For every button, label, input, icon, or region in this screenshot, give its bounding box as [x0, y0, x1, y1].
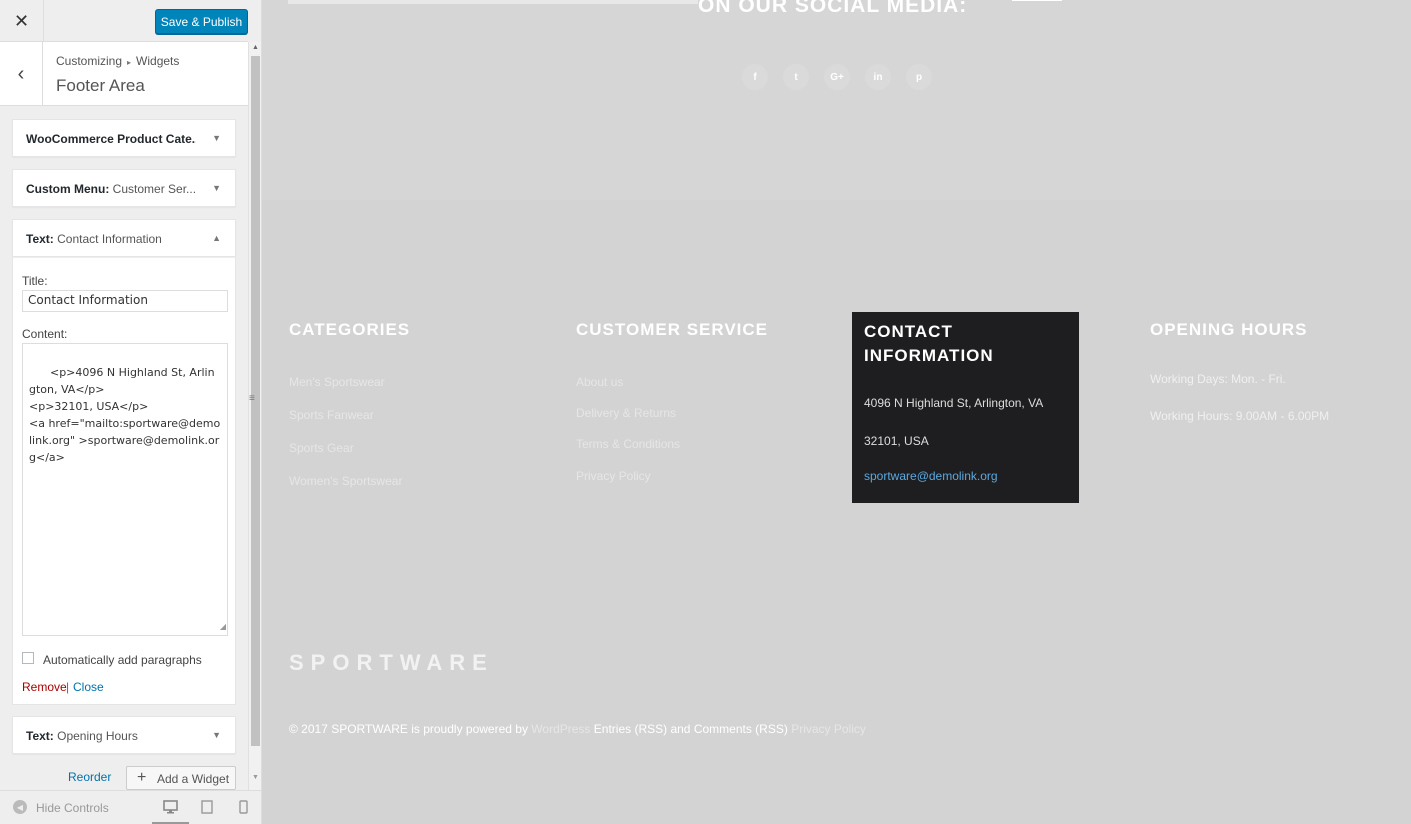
- add-widget-label: Add a Widget: [157, 772, 230, 786]
- hide-controls-icon[interactable]: ◀: [13, 800, 27, 814]
- opening-hours-line: Working Days: Mon. - Fri.: [1150, 372, 1286, 386]
- close-icon: ✕: [13, 10, 30, 31]
- google-plus-icon[interactable]: G+: [824, 64, 850, 90]
- footer-link[interactable]: Women's Sportswear: [289, 474, 402, 488]
- pinterest-icon[interactable]: p: [906, 64, 932, 90]
- contact-email-link[interactable]: sportware@demolink.org: [864, 469, 998, 483]
- contact-zip: 32101, USA: [864, 434, 929, 448]
- widget-title: Custom Menu: Customer Ser...: [26, 182, 196, 196]
- scroll-down-icon[interactable]: ▼: [252, 774, 259, 781]
- footer-link[interactable]: Terms & Conditions: [576, 437, 680, 451]
- caret-down-icon[interactable]: ▼: [212, 133, 221, 143]
- close-customizer-button[interactable]: ✕: [0, 0, 44, 42]
- breadcrumb: Customizing ▸ Widgets: [56, 54, 179, 68]
- social-heading: ON OUR SOCIAL MEDIA:: [698, 0, 968, 17]
- footer-link[interactable]: Sports Fanwear: [289, 408, 374, 422]
- customizer-sidebar: ✕ Save & Publish ‹ Customizing ▸ Widgets F…: [0, 0, 262, 824]
- content-textarea[interactable]: <p>4096 N Highland St, Arlington, VA</p>…: [22, 343, 228, 636]
- customizer-footer: ◀ Hide Controls: [0, 790, 261, 824]
- caret-up-icon[interactable]: ▲: [212, 233, 221, 243]
- chevron-left-icon: ‹: [17, 62, 25, 85]
- divider: [1012, 0, 1062, 1]
- categories-heading: CATEGORIES: [289, 320, 411, 339]
- customer-service-heading: CUSTOMER SERVICE: [576, 320, 769, 339]
- back-button[interactable]: ‹: [0, 42, 43, 106]
- caret-down-icon[interactable]: ▼: [212, 730, 221, 740]
- plus-icon: +: [137, 769, 147, 786]
- section-title: Footer Area: [56, 76, 145, 95]
- twitter-icon[interactable]: t: [783, 64, 809, 90]
- widget-woocommerce-categories[interactable]: WooCommerce Product Cate... ▼: [12, 119, 236, 157]
- desktop-icon[interactable]: [161, 798, 179, 816]
- widget-form: Title: Contact Information Content: <p>4…: [12, 257, 236, 705]
- breadcrumb-separator-icon: ▸: [127, 58, 132, 67]
- close-link[interactable]: Close: [73, 680, 104, 694]
- resize-handle-icon[interactable]: ≡: [249, 393, 255, 404]
- site-preview: ON OUR SOCIAL MEDIA: f t G+ in p CATEGOR…: [262, 0, 1411, 824]
- reorder-link[interactable]: Reorder: [68, 770, 111, 784]
- auto-paragraphs-label: Automatically add paragraphs: [43, 653, 202, 667]
- scroll-up-icon[interactable]: ▲: [252, 44, 259, 51]
- contact-heading: CONTACT INFORMATION: [864, 322, 994, 365]
- content-text: <p>4096 N Highland St, Arlington, VA</p>…: [29, 366, 221, 464]
- footer-link[interactable]: Privacy Policy: [576, 469, 651, 483]
- save-publish-button[interactable]: Save & Publish: [155, 9, 248, 34]
- widget-text-opening-hours[interactable]: Text: Opening Hours ▼: [12, 716, 236, 754]
- link-separator: |: [66, 680, 70, 694]
- contact-address: 4096 N Highland St, Arlington, VA: [864, 396, 1044, 410]
- widget-title: Text: Contact Information: [26, 232, 162, 246]
- copyright-text: © 2017 SPORTWARE is proudly powered by: [289, 722, 528, 736]
- facebook-icon[interactable]: f: [742, 64, 768, 90]
- cut-off-text-line: [288, 0, 698, 4]
- breadcrumb-item: Widgets: [136, 54, 180, 68]
- footer-link[interactable]: About us: [576, 375, 623, 389]
- opening-hours-line: Working Hours: 9.00AM - 6.00PM: [1150, 409, 1330, 423]
- widget-title: Text: Opening Hours: [26, 729, 138, 743]
- footer-link[interactable]: Men's Sportswear: [289, 375, 385, 389]
- mobile-icon[interactable]: [234, 798, 252, 816]
- content-label: Content:: [22, 327, 68, 341]
- footer-link[interactable]: Sports Gear: [289, 441, 354, 455]
- widget-custom-menu[interactable]: Custom Menu: Customer Ser... ▼: [12, 169, 236, 207]
- customizer-header: ✕ Save & Publish: [0, 0, 248, 42]
- copyright-line: © 2017 SPORTWARE is proudly powered by W…: [289, 722, 866, 736]
- wordpress-link[interactable]: WordPress: [531, 722, 590, 736]
- widget-title: WooCommerce Product Cate...: [26, 132, 196, 146]
- footer-link[interactable]: Delivery & Returns: [576, 406, 676, 420]
- privacy-policy-link[interactable]: Privacy Policy: [791, 722, 866, 736]
- remove-link[interactable]: Remove: [22, 680, 67, 694]
- title-label: Title:: [22, 274, 48, 288]
- add-widget-button[interactable]: + Add a Widget: [126, 766, 236, 790]
- breadcrumb-item: Customizing: [56, 54, 123, 68]
- feeds-text[interactable]: Entries (RSS) and Comments (RSS): [594, 722, 788, 736]
- site-logo[interactable]: SPORTWARE: [289, 650, 494, 676]
- tablet-icon[interactable]: [198, 798, 216, 816]
- widget-text-contact[interactable]: Text: Contact Information ▲: [12, 219, 236, 257]
- caret-down-icon[interactable]: ▼: [212, 183, 221, 193]
- auto-paragraphs-checkbox[interactable]: [22, 652, 34, 664]
- sidebar-scrollbar[interactable]: ▲ ▼: [248, 42, 261, 790]
- hide-controls-button[interactable]: Hide Controls: [36, 801, 109, 815]
- opening-hours-heading: OPENING HOURS: [1150, 320, 1308, 339]
- linkedin-icon[interactable]: in: [865, 64, 891, 90]
- section-header: ‹ Customizing ▸ Widgets Footer Area: [0, 42, 248, 106]
- resize-handle-icon[interactable]: ◢: [220, 618, 226, 635]
- title-input[interactable]: Contact Information: [22, 290, 228, 312]
- contact-widget-highlighted[interactable]: CONTACT INFORMATION 4096 N Highland St, …: [852, 312, 1079, 503]
- social-section: [262, 0, 1411, 200]
